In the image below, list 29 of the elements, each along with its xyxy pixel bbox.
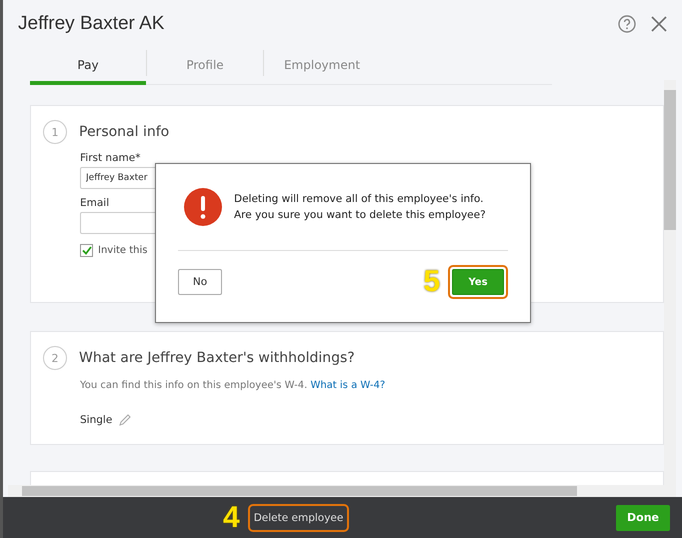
filing-status: Single: [80, 414, 112, 426]
checkbox-label: Invite this: [98, 245, 148, 256]
section-heading: What are Jeffrey Baxter's withholdings?: [79, 350, 355, 366]
callout-number: 5: [423, 265, 440, 299]
help-icon[interactable]: [618, 15, 636, 33]
section-heading: Personal info: [79, 124, 170, 140]
dialog-message: Deleting will remove all of this employee's info.: [234, 192, 484, 207]
no-button[interactable]: No: [178, 269, 222, 295]
step-number: 2: [43, 346, 67, 370]
delete-button[interactable]: Delete employee: [252, 508, 346, 528]
vertical-scrollbar[interactable]: [664, 80, 676, 485]
tab[interactable]: Profile: [147, 49, 263, 85]
help-text: You can find this info on this employee's W-4. What is a W-4?: [79, 380, 386, 391]
help-link[interactable]: What is a W-4?: [310, 380, 386, 391]
alert-icon: [184, 188, 222, 226]
done-button[interactable]: Done: [616, 504, 670, 530]
tab[interactable]: Employment: [264, 49, 380, 85]
close-icon[interactable]: [650, 15, 668, 33]
step-number: 1: [43, 120, 67, 144]
window-title: Jeffrey Baxter AK: [18, 13, 166, 35]
callout-number: 4: [223, 500, 240, 534]
pencil-icon[interactable]: [118, 413, 132, 427]
horizontal-scrollbar[interactable]: [8, 485, 676, 497]
dialog-message: Are you sure you want to delete this employee?: [234, 208, 486, 223]
checkbox[interactable]: [80, 244, 93, 257]
field-label: Email: [80, 197, 110, 209]
field-label: First name*: [80, 152, 140, 164]
yes-button[interactable]: Yes: [452, 269, 504, 295]
tab[interactable]: Pay: [30, 49, 146, 85]
